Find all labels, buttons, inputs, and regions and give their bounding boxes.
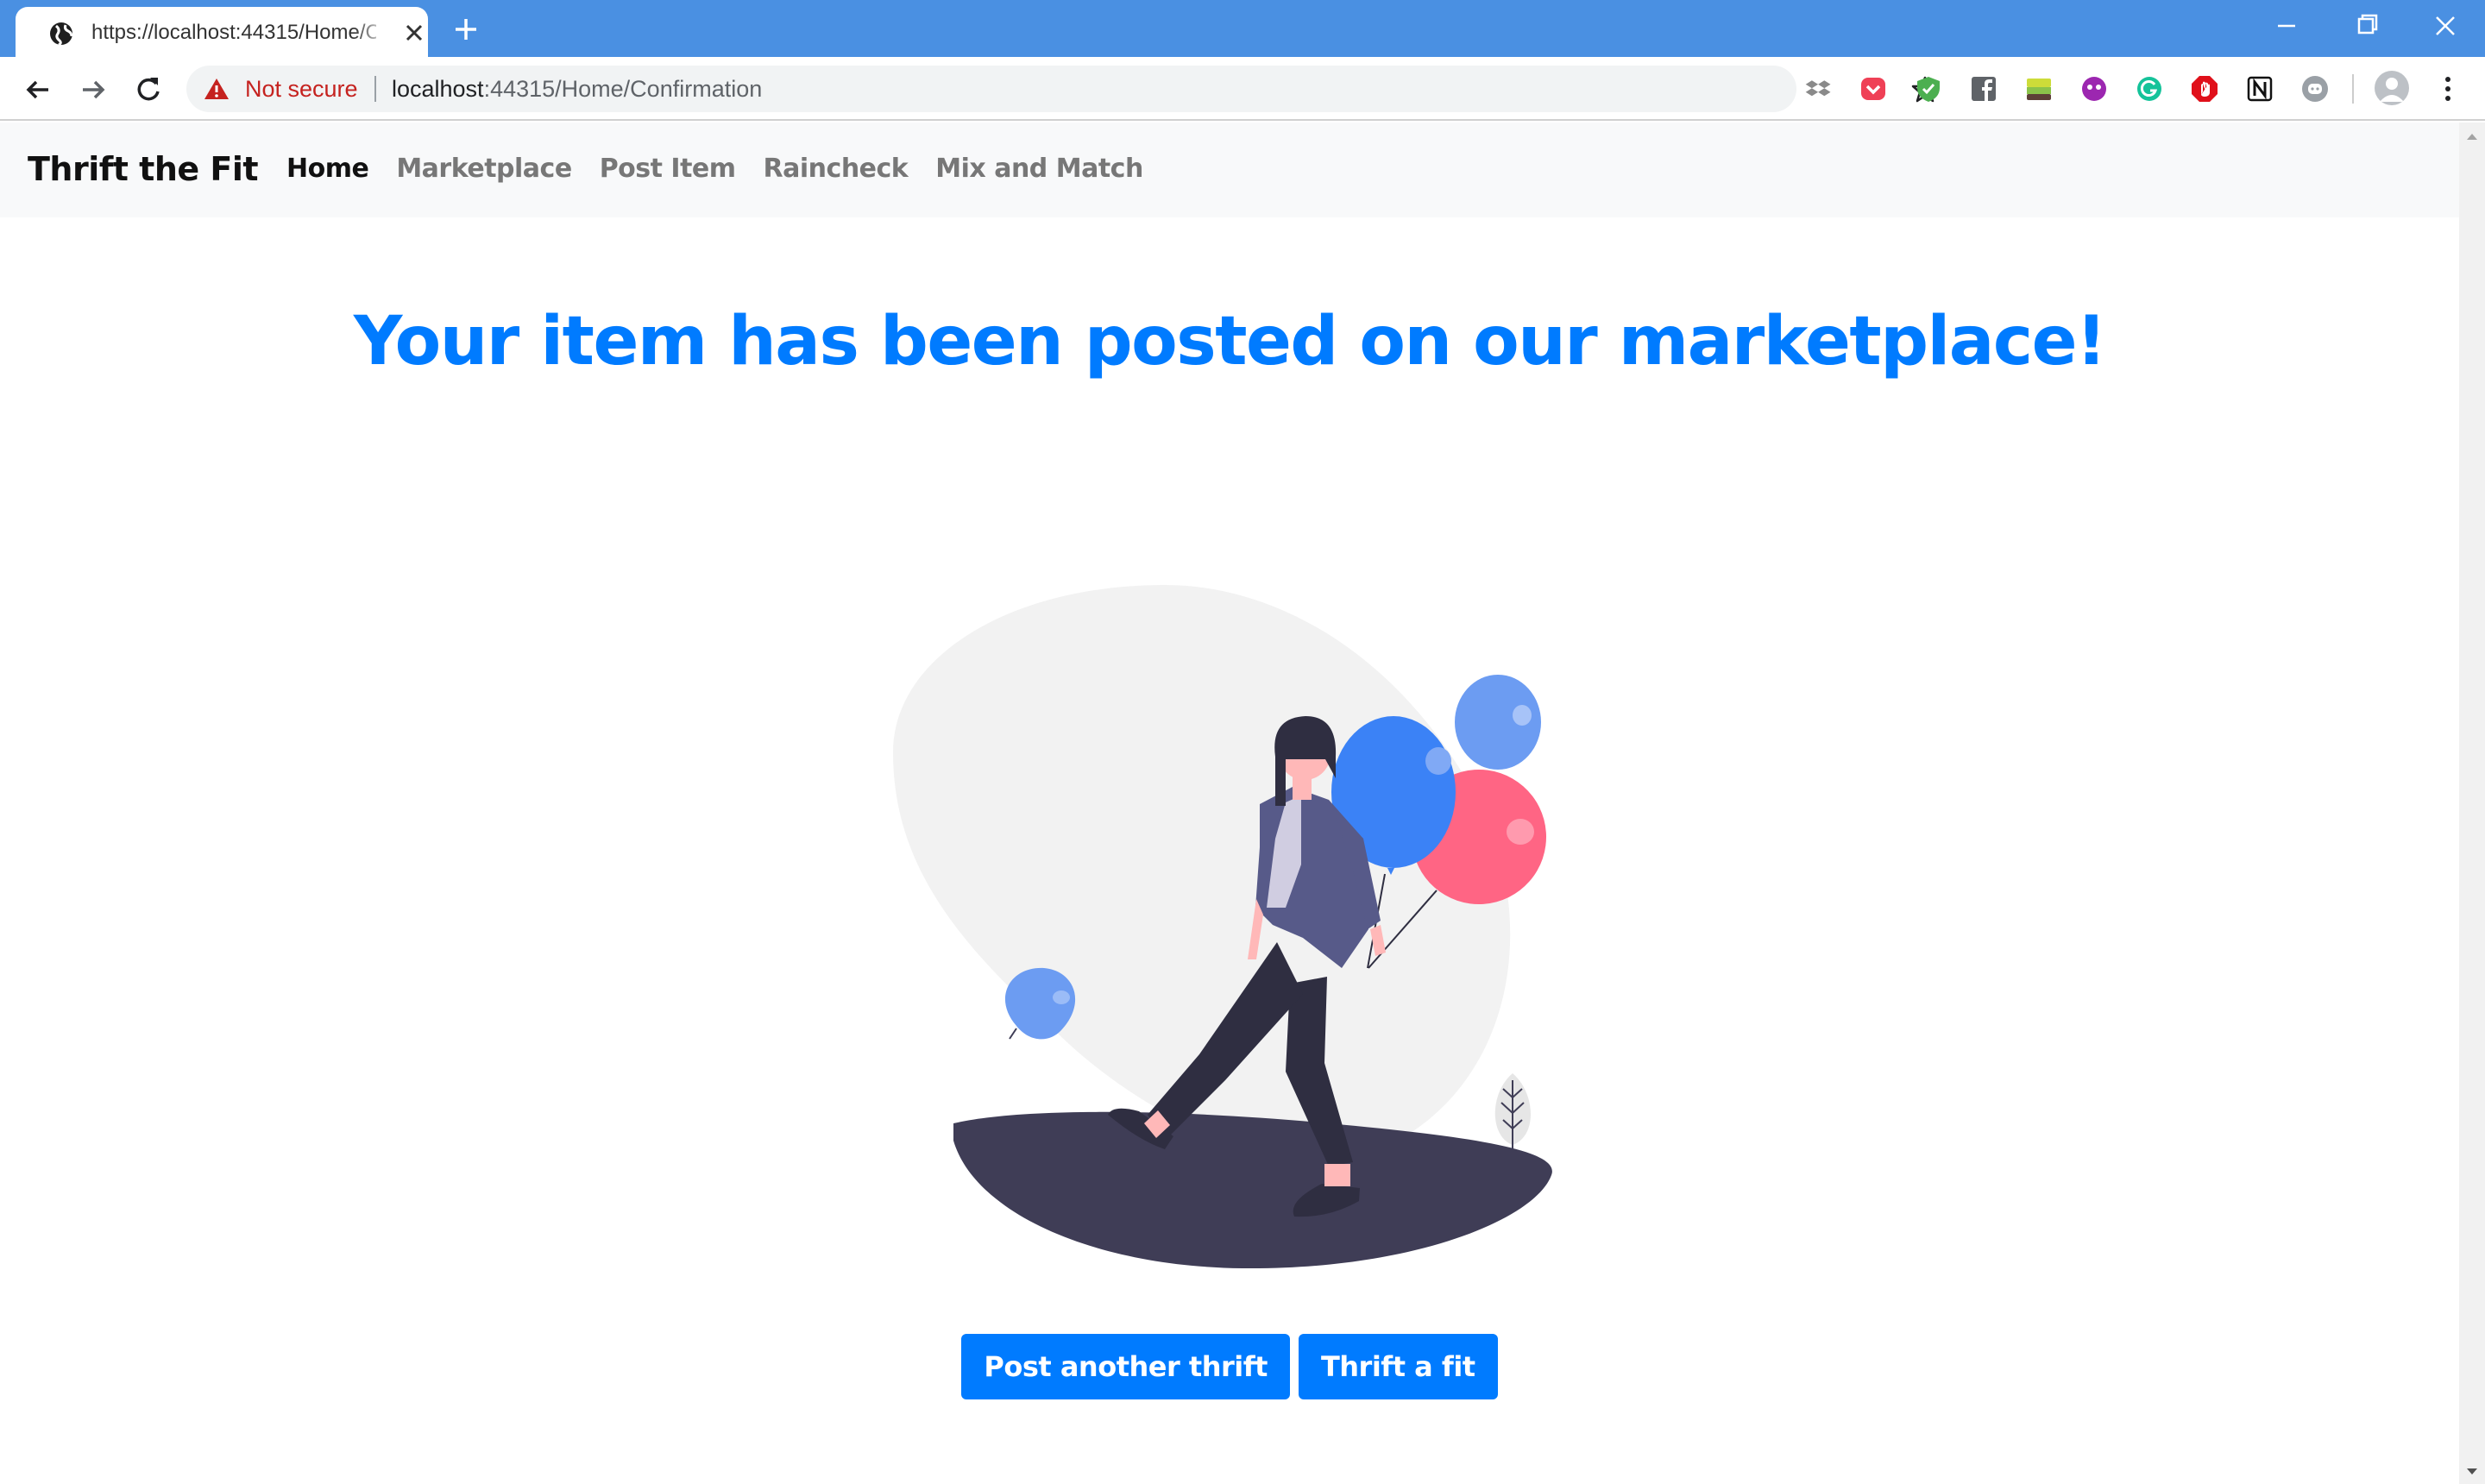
plant-icon — [1494, 1073, 1532, 1149]
adblock-icon[interactable] — [2190, 74, 2219, 104]
browser-tab-strip: https://localhost:44315/Home/Confirmatio… — [0, 0, 2485, 57]
shield-check-icon[interactable] — [1914, 74, 1943, 104]
woman-with-balloons-illustration — [893, 585, 1552, 1269]
security-label[interactable]: Not secure — [245, 74, 358, 104]
url-path: :44315/Home/Confirmation — [483, 76, 763, 102]
reload-icon[interactable] — [129, 71, 167, 109]
new-tab-icon[interactable] — [449, 12, 483, 47]
thrift-a-fit-button[interactable]: Thrift a fit — [1298, 1334, 1498, 1399]
site-navbar: Thrift the Fit Home Marketplace Post Ite… — [0, 123, 2459, 217]
discord-icon[interactable] — [2300, 74, 2330, 104]
address-bar[interactable]: Not secure localhost:44315/Home/Confirma… — [186, 66, 1939, 112]
grammarly-icon[interactable] — [2135, 74, 2164, 104]
tracker-icon[interactable] — [2079, 74, 2109, 104]
url-host: localhost — [392, 76, 484, 102]
globe-icon — [50, 22, 73, 47]
dropbox-icon[interactable] — [1803, 74, 1833, 104]
post-another-thrift-button[interactable]: Post another thrift — [961, 1334, 1290, 1399]
warning-icon[interactable] — [204, 77, 230, 101]
tab-title: https://localhost:44315/Home/Confirmatio… — [91, 21, 376, 44]
back-icon[interactable] — [19, 71, 57, 109]
facebook-icon[interactable] — [1969, 74, 1998, 104]
more-menu-icon[interactable] — [2435, 72, 2461, 105]
nav-link-home[interactable]: Home — [286, 150, 369, 188]
person-icon — [2380, 78, 2404, 102]
nav-link-mix-and-match[interactable]: Mix and Match — [935, 150, 1143, 188]
restore-icon[interactable] — [2340, 7, 2392, 45]
browser-toolbar: Not secure localhost:44315/Home/Confirma… — [0, 57, 2485, 121]
action-buttons: Post another thrift Thrift a fit — [0, 1334, 2459, 1399]
browser-tab[interactable]: https://localhost:44315/Home/Confirmatio… — [16, 7, 428, 57]
confirmation-headline: Your item has been posted on our marketp… — [353, 303, 2107, 380]
nav-links: Home Marketplace Post Item Raincheck Mix… — [286, 150, 1143, 188]
nav-link-raincheck[interactable]: Raincheck — [764, 150, 909, 188]
folder-icon[interactable] — [2024, 74, 2054, 104]
scroll-up-icon[interactable] — [2459, 128, 2485, 145]
forward-icon[interactable] — [74, 71, 112, 109]
close-window-icon[interactable] — [2419, 7, 2471, 45]
minimize-icon[interactable] — [2261, 7, 2312, 45]
scroll-down-icon[interactable] — [2459, 1463, 2485, 1481]
pocket-icon[interactable] — [1859, 74, 1888, 104]
url-text[interactable]: localhost:44315/Home/Confirmation — [392, 74, 762, 104]
profile-avatar[interactable] — [2375, 71, 2409, 105]
site-brand[interactable]: Thrift the Fit — [28, 147, 259, 192]
nav-link-post-item[interactable]: Post Item — [600, 150, 736, 188]
notion-icon[interactable] — [2245, 74, 2274, 104]
balloon-blue-light — [1455, 675, 1541, 770]
page-scrollbar[interactable] — [2459, 123, 2485, 1484]
close-tab-icon[interactable] — [400, 19, 428, 47]
page-viewport: Thrift the Fit Home Marketplace Post Ite… — [0, 123, 2459, 1484]
ground-shape — [953, 1111, 1552, 1269]
nav-link-marketplace[interactable]: Marketplace — [396, 150, 572, 188]
